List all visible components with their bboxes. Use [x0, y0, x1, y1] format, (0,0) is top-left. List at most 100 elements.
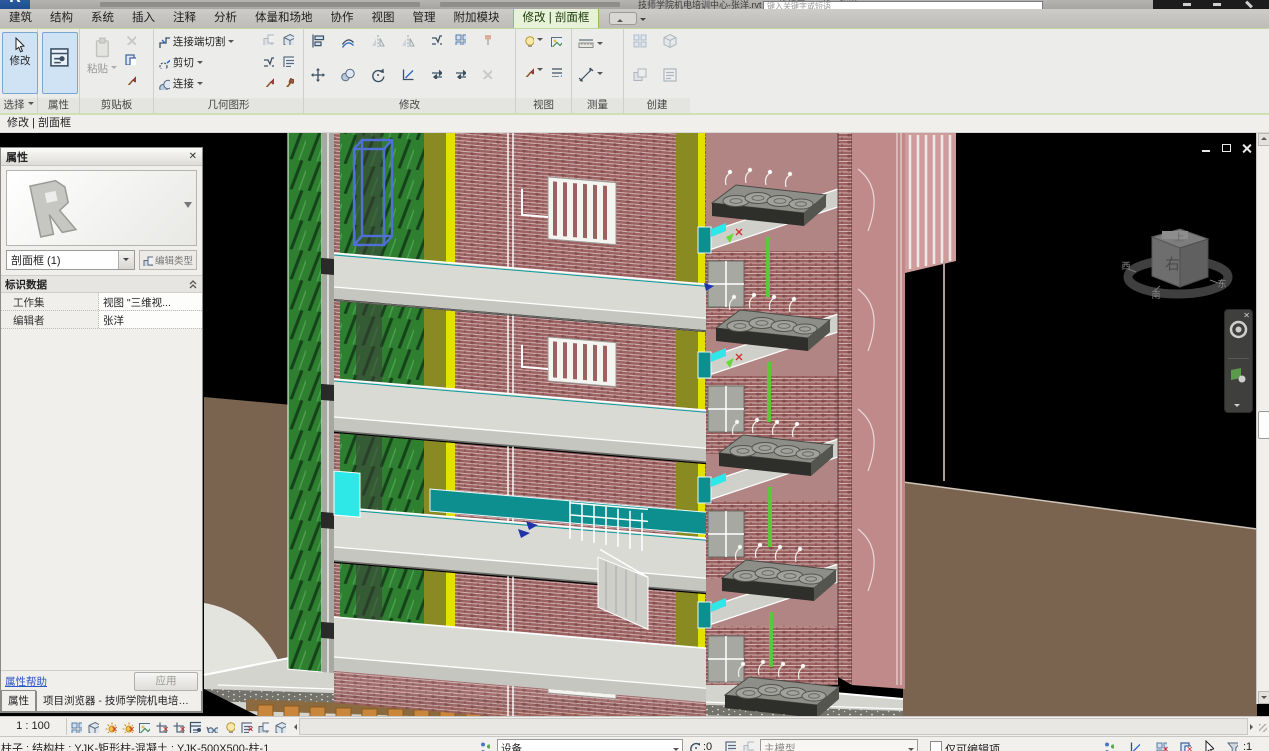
trim-extend-multiple-icon[interactable]	[454, 67, 466, 79]
resize-grip[interactable]	[1255, 719, 1269, 734]
quick-access-toolbar[interactable]	[100, 2, 420, 7]
navbar-close-icon[interactable]: ✕	[1243, 311, 1250, 320]
selection-filter-icon[interactable]	[1226, 740, 1238, 751]
type-selector-caret[interactable]	[118, 251, 134, 269]
scale-button[interactable]: 1 : 100	[0, 718, 67, 735]
cope-button[interactable]: 连接端切割	[158, 32, 234, 51]
rendering-dialog-icon[interactable]	[135, 718, 152, 735]
editable-dimensions-icon[interactable]: ✕	[1152, 738, 1169, 751]
panel-create-label[interactable]: 创建	[624, 98, 690, 113]
split-with-gap-icon[interactable]	[454, 33, 466, 45]
view-close-icon[interactable]	[1241, 143, 1252, 153]
view-window-controls[interactable]	[1201, 143, 1252, 153]
hide-elements-icon[interactable]	[522, 35, 543, 47]
property-value[interactable]: 视图 "三维视...	[99, 293, 202, 310]
panel-select-label[interactable]: 选择	[0, 98, 37, 113]
help-search-input[interactable]: 键入关键字或短语	[763, 1, 1043, 9]
panel-geometry-label[interactable]: 几何图形	[154, 98, 303, 113]
mirror-pick-axis-icon[interactable]	[370, 33, 386, 49]
match-type-icon[interactable]	[124, 73, 136, 85]
split-element-icon[interactable]	[430, 33, 442, 45]
view-restore-icon[interactable]	[1221, 143, 1232, 153]
tab-modify-section-box[interactable]: 修改 | 剖面框	[513, 6, 600, 28]
crop-view-icon[interactable]: ✕	[152, 718, 169, 735]
unpin-icon[interactable]	[480, 33, 492, 45]
properties-button[interactable]	[42, 32, 78, 94]
align-icon[interactable]	[310, 33, 326, 49]
panel-measure-label[interactable]: 测量	[572, 98, 623, 113]
cut-geometry-button[interactable]: 剪切	[158, 53, 203, 72]
apply-button[interactable]: 应用	[134, 672, 198, 691]
tab-collaborate[interactable]: 协作	[322, 7, 363, 28]
worksets-icon[interactable]	[478, 740, 490, 751]
unlocked-3d-view-icon[interactable]	[186, 718, 203, 735]
panel-modify-label[interactable]: 修改	[304, 98, 515, 113]
vertical-scroll-thumb[interactable]	[1258, 411, 1269, 439]
tab-structure[interactable]: 结构	[41, 7, 82, 28]
paint-icon[interactable]	[262, 75, 274, 87]
properties-help-link[interactable]: 属性帮助	[5, 674, 47, 689]
application-menu-button[interactable]: R	[0, 0, 30, 9]
detail-level-icon[interactable]	[67, 718, 84, 735]
wall-joins-icon[interactable]	[282, 33, 294, 45]
horizontal-scrollbar[interactable]	[299, 718, 1248, 735]
palette-header[interactable]: 属性 ✕	[1, 148, 202, 166]
collapse-chevron-icon[interactable]	[188, 279, 198, 289]
move-icon[interactable]	[310, 67, 326, 83]
preview-dropdown-caret[interactable]	[183, 201, 193, 209]
worksharing-display-icon[interactable]	[254, 718, 271, 735]
relinquish-icon[interactable]	[1128, 740, 1140, 751]
view-minimize-icon[interactable]	[1201, 143, 1212, 153]
tab-architecture[interactable]: 建筑	[0, 7, 41, 28]
split-face-icon[interactable]	[262, 55, 274, 67]
offset-icon[interactable]	[340, 33, 356, 49]
scroll-down-arrow[interactable]	[1258, 691, 1269, 704]
trim-extend-single-icon[interactable]	[430, 67, 442, 79]
palette-close-icon[interactable]: ✕	[189, 151, 197, 162]
trim-extend-corner-icon[interactable]	[400, 67, 416, 83]
section-identity-data[interactable]: 标识数据	[1, 275, 202, 293]
reload-latest-icon[interactable]: ✕	[1176, 738, 1193, 751]
modify-tool-button[interactable]: 修改	[2, 32, 38, 94]
window-controls[interactable]	[1153, 0, 1269, 9]
copy-element-icon[interactable]	[340, 67, 356, 83]
linework-icon[interactable]	[550, 65, 562, 77]
join-geometry-button[interactable]: 连接	[158, 74, 203, 93]
delete-icon[interactable]	[480, 67, 492, 79]
active-workset-combo[interactable]: 设备	[497, 739, 683, 751]
show-constraints-icon[interactable]	[271, 718, 288, 735]
design-options-icon[interactable]	[724, 740, 736, 751]
type-preview[interactable]	[6, 170, 197, 246]
rotate-icon[interactable]	[370, 67, 386, 83]
tab-project-browser[interactable]: 项目浏览器 - 技师学院机电培训...	[36, 691, 202, 712]
mirror-draw-axis-icon[interactable]	[400, 33, 416, 49]
shadows-icon[interactable]: ✕	[118, 718, 135, 735]
paste-button[interactable]: 粘贴	[84, 32, 120, 94]
select-toggle-icon[interactable]	[1202, 740, 1214, 751]
viewcube-front-face[interactable]: 右	[1165, 255, 1180, 273]
crop-region-visibility-icon[interactable]: ✕	[169, 718, 186, 735]
navbar-options-caret[interactable]	[1234, 404, 1240, 410]
temporary-hide-isolate-icon[interactable]	[203, 718, 220, 735]
hscroll-left-arrow[interactable]	[294, 724, 297, 730]
unjoin-icon[interactable]	[282, 55, 294, 67]
ribbon-display-caret[interactable]	[640, 18, 646, 24]
tab-addins[interactable]: 附加模块	[445, 7, 509, 28]
panel-properties-label[interactable]: 属性	[38, 98, 79, 113]
quick-access-toolbar-extension[interactable]	[440, 2, 620, 7]
sun-path-icon[interactable]: ✕	[101, 718, 118, 735]
design-option-combo[interactable]: 主模型	[760, 739, 918, 751]
visual-style-icon[interactable]	[84, 718, 101, 735]
navigation-bar[interactable]: ✕	[1224, 309, 1253, 413]
worksharing-status-icon[interactable]	[1102, 740, 1114, 751]
panel-view-label[interactable]: 视图	[516, 98, 571, 113]
edit-type-button[interactable]: 编辑类型	[139, 250, 197, 270]
render-icon[interactable]	[550, 35, 562, 47]
viewcube[interactable]: 西 南 东 右 上	[1118, 195, 1238, 313]
type-selector-combo[interactable]: 剖面框 (1)	[6, 250, 135, 270]
create-parts-icon[interactable]	[632, 67, 648, 83]
vertical-scrollbar[interactable]	[1256, 133, 1269, 704]
editable-only-checkbox[interactable]	[930, 741, 942, 751]
measure-icon[interactable]	[578, 37, 603, 53]
tab-systems[interactable]: 系统	[82, 7, 123, 28]
